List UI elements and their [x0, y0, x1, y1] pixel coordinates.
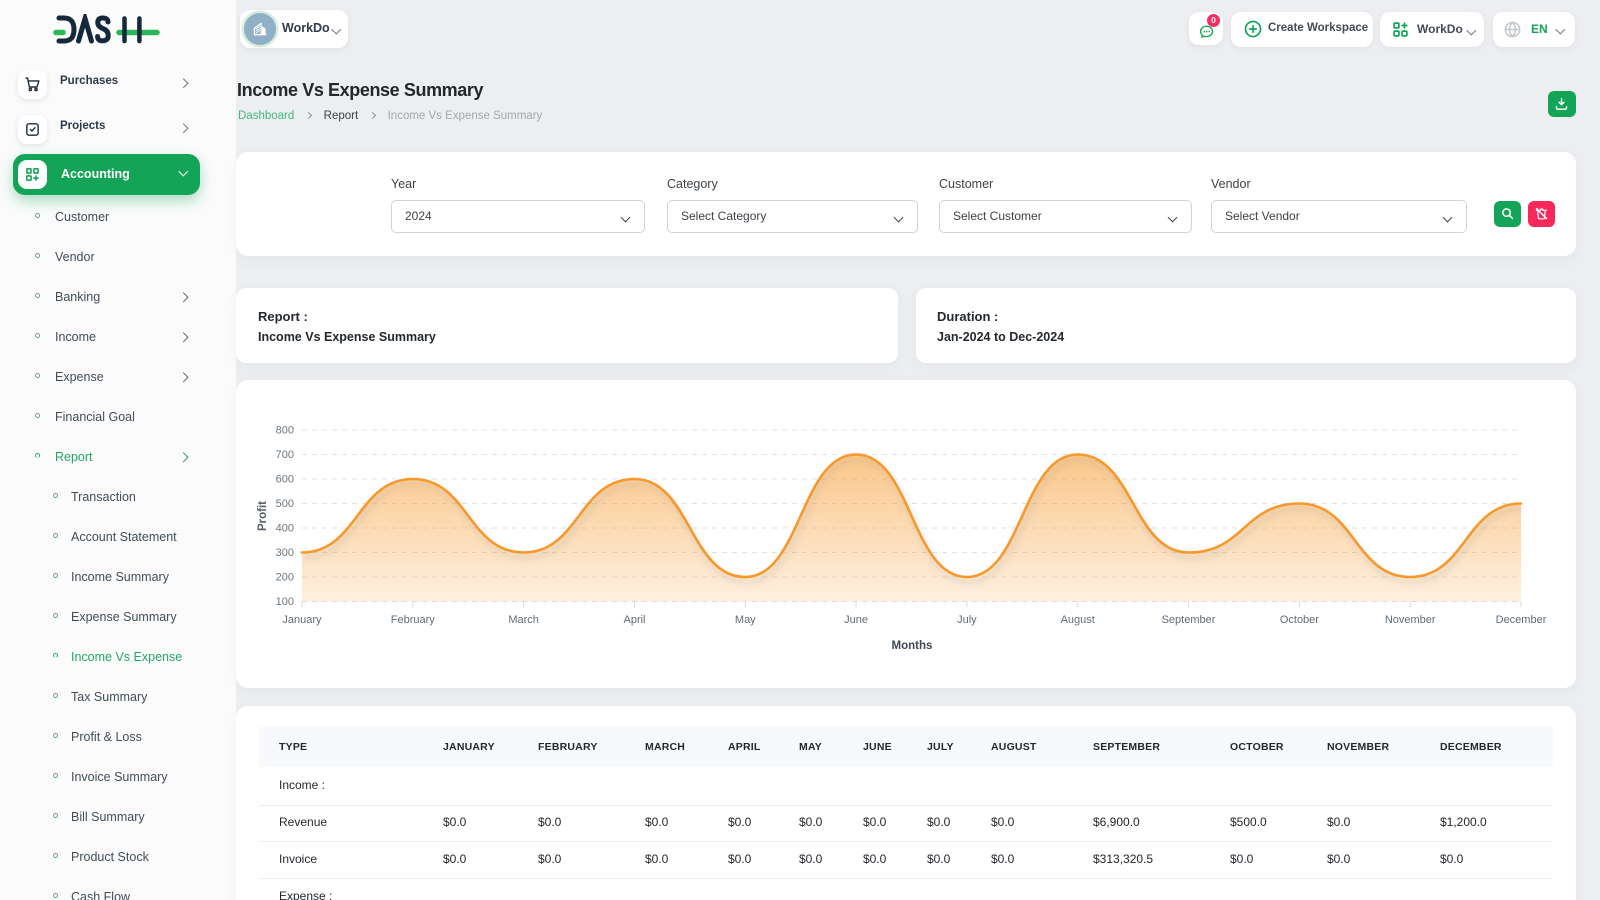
svg-text:800: 800	[276, 425, 294, 437]
svg-text:December: December	[1496, 614, 1547, 626]
svg-text:Months: Months	[892, 640, 933, 652]
svg-text:September: September	[1162, 614, 1216, 626]
svg-text:600: 600	[276, 474, 294, 486]
svg-text:April: April	[623, 614, 645, 626]
svg-text:February: February	[391, 614, 436, 626]
svg-text:June: June	[844, 614, 868, 626]
svg-text:700: 700	[276, 449, 294, 461]
svg-text:July: July	[957, 614, 977, 626]
svg-text:300: 300	[276, 547, 294, 559]
svg-text:August: August	[1061, 614, 1095, 626]
svg-text:March: March	[508, 614, 539, 626]
svg-text:May: May	[735, 614, 756, 626]
svg-text:November: November	[1385, 614, 1436, 626]
svg-text:400: 400	[276, 523, 294, 535]
svg-text:100: 100	[276, 596, 294, 608]
svg-text:Profit: Profit	[257, 501, 269, 531]
svg-text:500: 500	[276, 498, 294, 510]
svg-text:January: January	[282, 614, 322, 626]
svg-text:200: 200	[276, 572, 294, 584]
svg-text:October: October	[1280, 614, 1319, 626]
